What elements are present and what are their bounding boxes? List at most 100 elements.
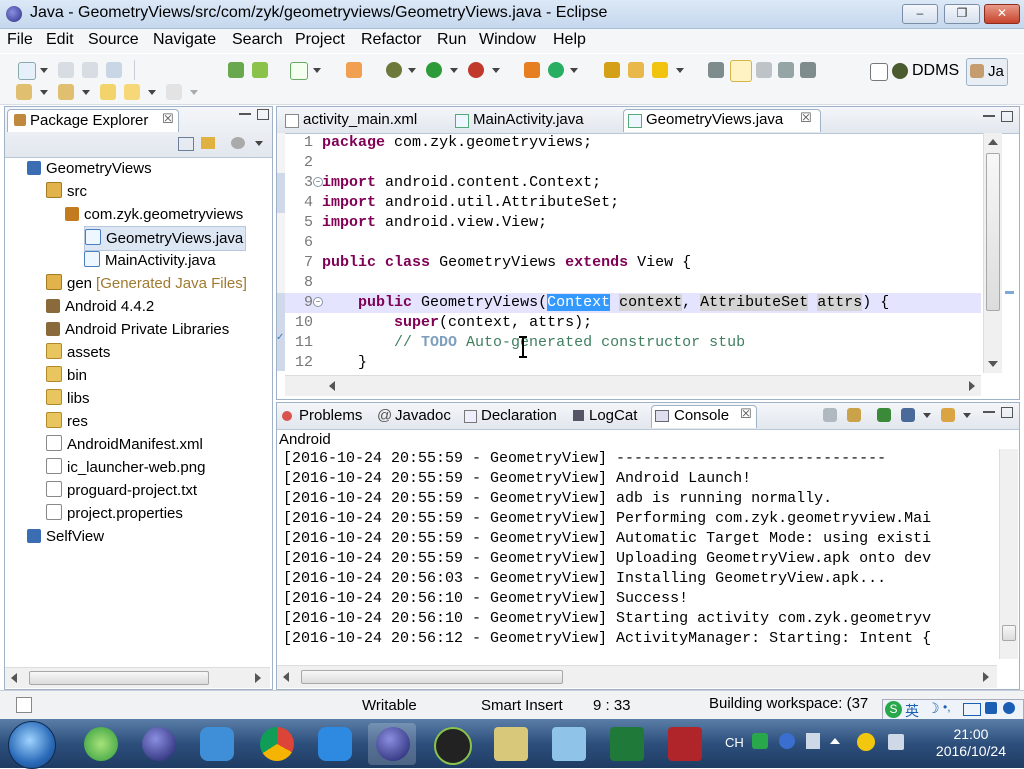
close-icon[interactable]: ☒ (800, 110, 812, 126)
toggle-breadcrumb-icon[interactable] (708, 62, 724, 78)
taskbar-chrome[interactable] (252, 723, 300, 765)
pin-console-icon[interactable] (877, 408, 891, 422)
new-java-package-icon[interactable] (524, 62, 540, 78)
tab-declaration[interactable]: Declaration (461, 405, 569, 427)
forward-dropdown-icon[interactable] (190, 90, 198, 95)
code-area[interactable]: 1 package com.zyk.geometryviews; 2 3 import … (285, 133, 981, 373)
new-class-dropdown-icon[interactable] (570, 68, 578, 73)
android-sdk-icon[interactable] (228, 62, 244, 78)
tray-help-icon[interactable] (779, 733, 795, 749)
minimize-view-icon[interactable] (983, 115, 995, 117)
menu-source[interactable]: Source (88, 31, 139, 49)
new-java-class-icon[interactable] (548, 62, 564, 78)
overview-marker[interactable] (1005, 291, 1014, 294)
windows-start-icon[interactable] (8, 721, 56, 769)
console-horizontal-scrollbar[interactable] (277, 665, 997, 688)
restore-button[interactable]: ❐ (944, 4, 980, 24)
scroll-right-icon[interactable] (969, 381, 975, 391)
open-perspective-icon[interactable] (870, 63, 888, 81)
tree-item[interactable]: Android Private Libraries (46, 318, 229, 341)
tree-item[interactable]: bin (46, 364, 87, 387)
taskbar-eclipse[interactable] (134, 723, 182, 765)
open-console-icon[interactable] (941, 408, 955, 422)
open-task-icon[interactable] (628, 62, 644, 78)
tab-package-explorer[interactable]: Package Explorer ☒ (7, 109, 179, 132)
taskbar-android-monitor[interactable] (426, 723, 474, 765)
code-line[interactable]: 10 super(context, attrs); (285, 313, 981, 333)
scroll-up-icon[interactable] (988, 139, 998, 145)
fold-toggle-icon[interactable]: − (313, 177, 323, 187)
taskbar-ie[interactable] (76, 723, 124, 765)
task-dropdown-icon[interactable] (313, 68, 321, 73)
minimize-view-icon[interactable] (239, 113, 251, 115)
code-line[interactable]: 1 package com.zyk.geometryviews; (285, 133, 981, 153)
taskbar-cloud-app[interactable] (310, 723, 358, 765)
block-selection-icon[interactable] (756, 62, 772, 78)
link-with-editor-icon[interactable] (201, 137, 215, 149)
taskbar-excel[interactable] (602, 723, 650, 765)
code-line[interactable]: 4 import android.util.AttributeSet; (285, 193, 981, 213)
tray-volume-icon[interactable] (888, 734, 904, 750)
external-tools-icon[interactable] (468, 62, 484, 78)
tab-logcat[interactable]: LogCat (571, 405, 649, 427)
search-icon[interactable] (652, 62, 668, 78)
tree-item[interactable]: Android 4.4.2 (46, 295, 154, 318)
ime-moon-icon[interactable]: ☽ (927, 700, 940, 717)
close-icon[interactable]: ☒ (740, 406, 752, 422)
show-whitespace-icon[interactable] (800, 62, 816, 78)
tab-geometryviews-java[interactable]: GeometryViews.java ☒ (623, 109, 821, 132)
tab-activity-main-xml[interactable]: activity_main.xml (281, 109, 447, 131)
tree-horizontal-scrollbar[interactable] (5, 667, 270, 688)
code-line[interactable]: 7 public class GeometryViews extends View… (285, 253, 981, 273)
back-dropdown-icon[interactable] (148, 90, 156, 95)
menu-search[interactable]: Search (232, 31, 283, 49)
menu-project[interactable]: Project (295, 31, 345, 49)
scroll-lock-icon[interactable] (847, 408, 861, 422)
close-button[interactable]: ✕ (984, 4, 1020, 24)
tray-language[interactable]: CH (725, 735, 744, 750)
tree-item[interactable]: GeometryViews.java (84, 226, 247, 251)
display-console-dropdown-icon[interactable] (923, 413, 931, 418)
console-output[interactable]: [2016-10-24 20:55:59 - GeometryView] ---… (283, 449, 997, 649)
scroll-down-icon[interactable] (988, 361, 998, 367)
tree-item[interactable]: AndroidManifest.xml (46, 433, 203, 456)
scroll-left-icon[interactable] (11, 673, 17, 683)
run-icon[interactable] (426, 62, 442, 78)
tree-item[interactable]: MainActivity.java (84, 249, 216, 272)
tree-item[interactable]: com.zyk.geometryviews (65, 203, 243, 226)
tree-item[interactable]: gen [Generated Java Files] (46, 272, 247, 295)
open-console-dropdown-icon[interactable] (963, 413, 971, 418)
view-menu-icon[interactable] (231, 137, 245, 149)
menu-help[interactable]: Help (553, 31, 586, 49)
code-line[interactable]: 5 import android.view.View; (285, 213, 981, 233)
code-line[interactable]: 11 // TODO Auto-generated constructor st… (285, 333, 981, 353)
tree-item[interactable]: assets (46, 341, 110, 364)
back-icon[interactable] (124, 84, 140, 100)
scroll-left-icon[interactable] (329, 381, 335, 391)
mark-occurrences-icon[interactable] (730, 60, 752, 82)
console-scroll-thumb-h[interactable] (301, 670, 563, 684)
tray-settings-icon[interactable] (806, 733, 820, 749)
save-all-icon[interactable] (82, 62, 98, 78)
menu-refactor[interactable]: Refactor (361, 31, 421, 49)
prev-annotation-dropdown-icon[interactable] (82, 90, 90, 95)
code-line[interactable]: 8 (285, 273, 981, 293)
save-icon[interactable] (58, 62, 74, 78)
taskbar-eclipse-active[interactable] (368, 723, 416, 765)
ime-punct-icon[interactable]: •, (943, 700, 951, 714)
fold-toggle-icon[interactable]: − (313, 297, 323, 307)
editor-horizontal-scrollbar[interactable] (285, 375, 981, 396)
minimize-view-icon[interactable] (983, 411, 995, 413)
maximize-view-icon[interactable] (1001, 407, 1013, 418)
ime-keyboard-icon[interactable] (963, 703, 981, 716)
tab-mainactivity-java[interactable]: MainActivity.java (453, 109, 621, 131)
tree-item[interactable]: ic_launcher-web.png (46, 456, 205, 479)
avd-manager-icon[interactable] (252, 62, 268, 78)
console-vertical-scrollbar[interactable] (999, 449, 1018, 659)
taskbar-clock[interactable]: 21:00 2016/10/24 (936, 726, 1006, 760)
new-android-project-icon[interactable] (346, 62, 362, 78)
collapse-all-icon[interactable] (178, 137, 194, 151)
code-line[interactable]: 12 } (285, 353, 981, 373)
maximize-view-icon[interactable] (257, 109, 269, 120)
tray-ime-icon[interactable] (752, 733, 768, 749)
